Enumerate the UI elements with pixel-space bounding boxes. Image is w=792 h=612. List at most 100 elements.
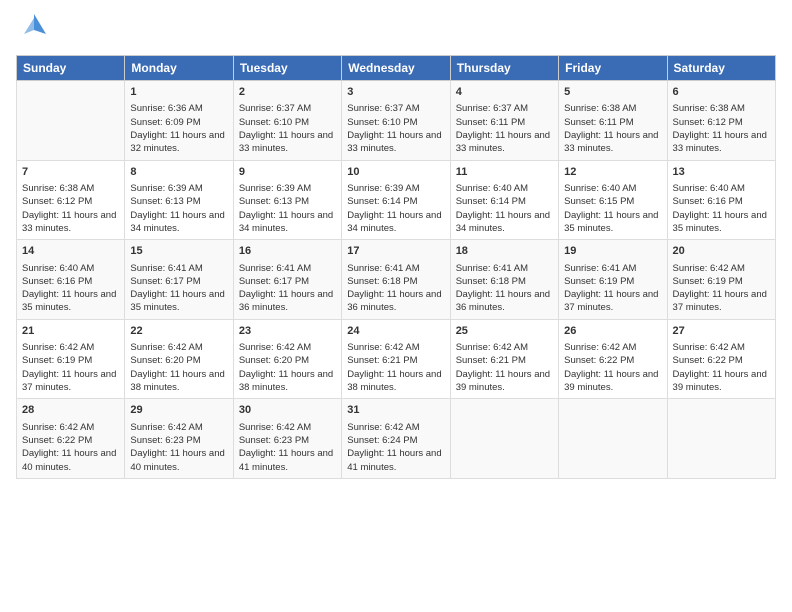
sunset-text: Sunset: 6:16 PM xyxy=(673,195,770,208)
day-number: 19 xyxy=(564,244,661,259)
day-number: 14 xyxy=(22,244,119,259)
daylight-text: Daylight: 11 hours and 40 minutes. xyxy=(22,447,119,474)
calendar-cell: 25Sunrise: 6:42 AMSunset: 6:21 PMDayligh… xyxy=(450,319,558,399)
sunrise-text: Sunrise: 6:41 AM xyxy=(347,262,444,275)
calendar-cell: 7Sunrise: 6:38 AMSunset: 6:12 PMDaylight… xyxy=(17,160,125,240)
sunset-text: Sunset: 6:09 PM xyxy=(130,116,227,129)
day-number: 28 xyxy=(22,403,119,418)
sunset-text: Sunset: 6:21 PM xyxy=(347,354,444,367)
sunrise-text: Sunrise: 6:42 AM xyxy=(564,341,661,354)
col-monday: Monday xyxy=(125,56,233,81)
sunrise-text: Sunrise: 6:39 AM xyxy=(130,182,227,195)
sunset-text: Sunset: 6:12 PM xyxy=(22,195,119,208)
calendar-cell: 21Sunrise: 6:42 AMSunset: 6:19 PMDayligh… xyxy=(17,319,125,399)
sunrise-text: Sunrise: 6:39 AM xyxy=(239,182,336,195)
calendar-cell: 9Sunrise: 6:39 AMSunset: 6:13 PMDaylight… xyxy=(233,160,341,240)
calendar-cell: 11Sunrise: 6:40 AMSunset: 6:14 PMDayligh… xyxy=(450,160,558,240)
daylight-text: Daylight: 11 hours and 38 minutes. xyxy=(239,368,336,395)
sunrise-text: Sunrise: 6:42 AM xyxy=(22,421,119,434)
sunrise-text: Sunrise: 6:36 AM xyxy=(130,102,227,115)
sunrise-text: Sunrise: 6:37 AM xyxy=(456,102,553,115)
calendar-cell: 12Sunrise: 6:40 AMSunset: 6:15 PMDayligh… xyxy=(559,160,667,240)
calendar-week-4: 21Sunrise: 6:42 AMSunset: 6:19 PMDayligh… xyxy=(17,319,776,399)
sunrise-text: Sunrise: 6:40 AM xyxy=(673,182,770,195)
day-number: 27 xyxy=(673,324,770,339)
day-number: 22 xyxy=(130,324,227,339)
sunset-text: Sunset: 6:10 PM xyxy=(239,116,336,129)
day-number: 13 xyxy=(673,165,770,180)
sunset-text: Sunset: 6:17 PM xyxy=(130,275,227,288)
calendar-cell xyxy=(559,399,667,479)
calendar-cell: 2Sunrise: 6:37 AMSunset: 6:10 PMDaylight… xyxy=(233,81,341,161)
calendar-cell: 19Sunrise: 6:41 AMSunset: 6:19 PMDayligh… xyxy=(559,240,667,320)
day-number: 29 xyxy=(130,403,227,418)
daylight-text: Daylight: 11 hours and 37 minutes. xyxy=(22,368,119,395)
sunset-text: Sunset: 6:22 PM xyxy=(564,354,661,367)
sunrise-text: Sunrise: 6:42 AM xyxy=(22,341,119,354)
day-number: 20 xyxy=(673,244,770,259)
sunset-text: Sunset: 6:18 PM xyxy=(347,275,444,288)
col-sunday: Sunday xyxy=(17,56,125,81)
daylight-text: Daylight: 11 hours and 33 minutes. xyxy=(673,129,770,156)
day-number: 5 xyxy=(564,85,661,100)
calendar-cell: 3Sunrise: 6:37 AMSunset: 6:10 PMDaylight… xyxy=(342,81,450,161)
calendar-cell: 13 Sunrise: 6:40 AMSunset: 6:16 PMDayligh… xyxy=(667,160,775,240)
calendar-cell xyxy=(450,399,558,479)
daylight-text: Daylight: 11 hours and 38 minutes. xyxy=(130,368,227,395)
sunset-text: Sunset: 6:22 PM xyxy=(22,434,119,447)
sunrise-text: Sunrise: 6:42 AM xyxy=(239,421,336,434)
sunrise-text: Sunrise: 6:42 AM xyxy=(347,421,444,434)
daylight-text: Daylight: 11 hours and 38 minutes. xyxy=(347,368,444,395)
calendar-week-1: 1 Sunrise: 6:36 AMSunset: 6:09 PM Daylight… xyxy=(17,81,776,161)
sunrise-text: Sunrise: 6:38 AM xyxy=(673,102,770,115)
sunset-text: Sunset: 6:22 PM xyxy=(673,354,770,367)
daylight-text: Daylight: 11 hours and 33 minutes. xyxy=(22,209,119,236)
sunrise-text: Sunrise: 6:41 AM xyxy=(456,262,553,275)
day-number: 26 xyxy=(564,324,661,339)
sunrise-text: Sunrise: 6:42 AM xyxy=(130,341,227,354)
day-number: 21 xyxy=(22,324,119,339)
daylight-text: Daylight: 11 hours and 35 minutes. xyxy=(22,288,119,315)
day-number: 2 xyxy=(239,85,336,100)
calendar-cell: 17Sunrise: 6:41 AMSunset: 6:18 PMDayligh… xyxy=(342,240,450,320)
calendar-body: 1 Sunrise: 6:36 AMSunset: 6:09 PM Daylight… xyxy=(17,81,776,479)
sunset-text: Sunset: 6:11 PM xyxy=(456,116,553,129)
daylight-text: Daylight: 11 hours and 40 minutes. xyxy=(130,447,227,474)
daylight-text: Daylight: 11 hours and 35 minutes. xyxy=(673,209,770,236)
sunset-text: Sunset: 6:23 PM xyxy=(130,434,227,447)
sunset-text: Sunset: 6:19 PM xyxy=(564,275,661,288)
daylight-text: Daylight: 11 hours and 39 minutes. xyxy=(673,368,770,395)
sunset-text: Sunset: 6:14 PM xyxy=(347,195,444,208)
daylight-text: Daylight: 11 hours and 36 minutes. xyxy=(456,288,553,315)
daylight-text: Daylight: 11 hours and 34 minutes. xyxy=(239,209,336,236)
day-number: 8 xyxy=(130,165,227,180)
day-number: 12 xyxy=(564,165,661,180)
calendar-cell: 31Sunrise: 6:42 AMSunset: 6:24 PMDayligh… xyxy=(342,399,450,479)
day-number: 1 xyxy=(130,85,227,100)
calendar-cell: 15Sunrise: 6:41 AMSunset: 6:17 PMDayligh… xyxy=(125,240,233,320)
daylight-text: Daylight: 11 hours and 39 minutes. xyxy=(564,368,661,395)
day-number: 31 xyxy=(347,403,444,418)
sunrise-text: Sunrise: 6:41 AM xyxy=(239,262,336,275)
sunrise-text: Sunrise: 6:41 AM xyxy=(130,262,227,275)
sunset-text: Sunset: 6:19 PM xyxy=(673,275,770,288)
day-number: 7 xyxy=(22,165,119,180)
calendar-week-2: 7Sunrise: 6:38 AMSunset: 6:12 PMDaylight… xyxy=(17,160,776,240)
calendar-cell xyxy=(17,81,125,161)
calendar-cell: 24Sunrise: 6:42 AMSunset: 6:21 PMDayligh… xyxy=(342,319,450,399)
day-number: 6 xyxy=(673,85,770,100)
sunset-text: Sunset: 6:12 PM xyxy=(673,116,770,129)
header xyxy=(16,16,776,45)
col-saturday: Saturday xyxy=(667,56,775,81)
sunset-text: Sunset: 6:20 PM xyxy=(239,354,336,367)
daylight-text: Daylight: 11 hours and 41 minutes. xyxy=(239,447,336,474)
sunrise-text: Sunrise: 6:42 AM xyxy=(456,341,553,354)
col-thursday: Thursday xyxy=(450,56,558,81)
sunset-text: Sunset: 6:10 PM xyxy=(347,116,444,129)
day-number: 30 xyxy=(239,403,336,418)
daylight-text: Daylight: 11 hours and 34 minutes. xyxy=(456,209,553,236)
sunset-text: Sunset: 6:15 PM xyxy=(564,195,661,208)
daylight-text: Daylight: 11 hours and 41 minutes. xyxy=(347,447,444,474)
day-number: 16 xyxy=(239,244,336,259)
sunset-text: Sunset: 6:16 PM xyxy=(22,275,119,288)
